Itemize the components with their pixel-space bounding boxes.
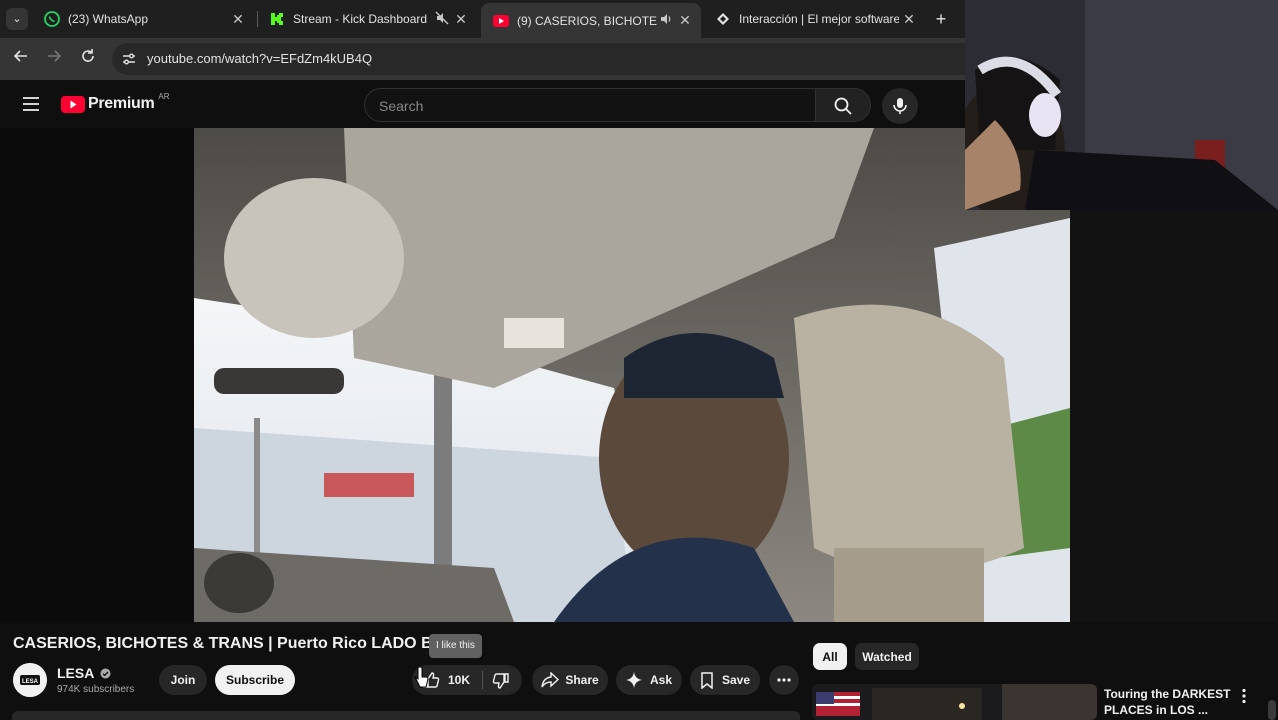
subscriber-count: 974K subscribers xyxy=(57,684,135,695)
whatsapp-icon xyxy=(44,11,60,27)
reload-button[interactable] xyxy=(77,48,99,70)
tab-interaccion[interactable]: Interacción | El mejor software ✕ xyxy=(703,4,925,34)
svg-text:LESA: LESA xyxy=(22,679,39,685)
back-button[interactable] xyxy=(10,48,32,70)
muted-speaker-icon[interactable] xyxy=(433,11,451,28)
webcam-overlay xyxy=(965,0,1278,210)
more-actions-button[interactable] xyxy=(769,665,799,695)
share-label: Share xyxy=(565,673,599,687)
tab-search-button[interactable]: ⌄ xyxy=(6,8,28,30)
forward-button[interactable] xyxy=(43,48,65,70)
tab-title: (23) WhatsApp xyxy=(68,12,149,26)
close-tab-icon[interactable]: ✕ xyxy=(228,11,248,28)
menu-icon[interactable] xyxy=(22,96,40,117)
description-box[interactable] xyxy=(12,711,800,720)
verified-icon xyxy=(100,666,111,682)
browser-toolbar: youtube.com/watch?v=EFdZm4kUB4Q xyxy=(0,38,965,80)
ask-button[interactable]: Ask xyxy=(616,665,682,695)
logo-region: AR xyxy=(158,91,170,101)
logo-text: Premium xyxy=(88,95,155,112)
url-text[interactable]: youtube.com/watch?v=EFdZm4kUB4Q xyxy=(147,51,372,66)
search-placeholder: Search xyxy=(379,98,424,114)
address-bar[interactable]: youtube.com/watch?v=EFdZm4kUB4Q xyxy=(112,43,965,75)
sparkle-icon xyxy=(625,672,642,688)
channel-name-text: LESA xyxy=(57,665,94,681)
youtube-premium-logo[interactable]: Premium AR xyxy=(61,91,170,113)
search-input[interactable]: Search xyxy=(364,88,816,122)
microphone-icon xyxy=(893,98,907,114)
share-icon xyxy=(541,672,560,688)
recommended-title[interactable]: Touring the DARKEST PLACES in LOS ... xyxy=(1104,686,1234,718)
close-tab-icon[interactable]: ✕ xyxy=(451,11,471,28)
recommendation-menu-icon[interactable] xyxy=(1238,688,1250,709)
channel-name[interactable]: LESA xyxy=(57,665,111,682)
voice-search-button[interactable] xyxy=(882,88,918,124)
youtube-logo-icon xyxy=(61,95,85,113)
browser-tab-strip: ⌄ (23) WhatsApp ✕ Stream - Kick Dashboar… xyxy=(0,0,965,38)
ask-label: Ask xyxy=(649,673,672,687)
site-settings-icon[interactable] xyxy=(121,51,137,72)
video-player[interactable] xyxy=(0,128,1070,622)
audio-playing-icon[interactable] xyxy=(657,12,675,29)
tab-title: (9) CASERIOS, BICHOTES & xyxy=(517,13,657,28)
close-tab-icon[interactable]: ✕ xyxy=(899,11,919,28)
thumbs-down-icon xyxy=(492,673,509,689)
chip-all[interactable]: All xyxy=(813,643,847,670)
tab-title: Interacción | El mejor software xyxy=(739,12,899,26)
subscribe-button[interactable]: Subscribe xyxy=(215,665,295,695)
mouse-cursor-icon xyxy=(413,666,429,694)
video-title: CASERIOS, BICHOTES & TRANS | Puerto Rico… xyxy=(13,635,433,652)
youtube-header: Premium AR Search xyxy=(0,80,965,128)
diamond-icon xyxy=(715,11,731,27)
youtube-icon xyxy=(493,13,509,29)
join-button[interactable]: Join xyxy=(159,665,207,695)
more-horizontal-icon xyxy=(777,678,791,682)
chip-watched[interactable]: Watched xyxy=(855,643,919,670)
tab-kick-dashboard[interactable]: Stream - Kick Dashboard ✕ xyxy=(257,4,477,34)
channel-avatar[interactable]: LESA xyxy=(13,663,47,697)
save-label: Save xyxy=(721,673,751,687)
recommended-video[interactable] xyxy=(812,684,1097,720)
close-tab-icon[interactable]: ✕ xyxy=(675,12,695,29)
video-frame[interactable] xyxy=(194,128,1070,622)
kick-icon xyxy=(269,11,285,27)
tab-whatsapp[interactable]: (23) WhatsApp ✕ xyxy=(32,4,254,34)
dislike-button[interactable] xyxy=(483,665,522,695)
like-tooltip: I like this xyxy=(429,634,482,658)
tab-title: Stream - Kick Dashboard xyxy=(293,12,428,26)
streamer-webcam-image xyxy=(965,0,1278,210)
bookmark-icon xyxy=(701,671,713,689)
new-tab-button[interactable]: + xyxy=(930,8,952,30)
like-count: 10K xyxy=(447,673,470,687)
search-button[interactable] xyxy=(815,88,871,122)
recommended-thumbnail[interactable] xyxy=(812,684,1097,720)
scrollbar-thumb[interactable] xyxy=(1268,700,1276,720)
side-panel-background xyxy=(1070,210,1278,622)
search-icon xyxy=(834,97,852,115)
share-button[interactable]: Share xyxy=(532,665,608,695)
save-button[interactable]: Save xyxy=(690,665,760,695)
tab-youtube-video[interactable]: (9) CASERIOS, BICHOTES & ✕ xyxy=(481,3,701,38)
video-scene-car-interior xyxy=(194,128,1070,622)
